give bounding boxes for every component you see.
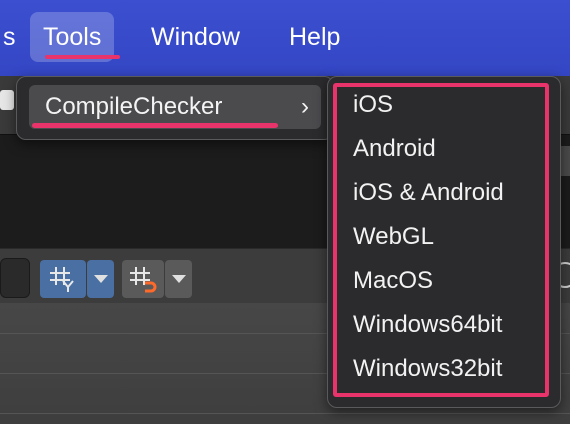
grid-snap-y-icon (50, 267, 74, 292)
menu-item-edit-partial[interactable]: s (0, 12, 29, 62)
snap-dropdown-button[interactable] (165, 260, 192, 298)
tools-highlight-underline (45, 55, 120, 59)
search-field[interactable] (0, 258, 30, 298)
submenu-highlight-box (333, 83, 549, 397)
chevron-down-icon (171, 275, 186, 283)
tools-dropdown-menu: CompileChecker › (16, 76, 334, 140)
grid-snap-magnet-icon (130, 267, 157, 293)
grid-snap-y-button[interactable] (40, 260, 86, 298)
menu-bar: s Tools Window Help (0, 0, 570, 76)
chevron-down-icon (93, 275, 108, 283)
grid-snap-magnet-button[interactable] (122, 260, 164, 298)
menu-item-help[interactable]: Help (276, 12, 353, 62)
scene-grid-line (0, 413, 570, 414)
chevron-right-icon: › (301, 93, 309, 120)
grid-snap-dropdown-button[interactable] (87, 260, 114, 298)
compilechecker-highlight-underline (32, 123, 278, 128)
menu-item-window[interactable]: Window (138, 12, 253, 62)
unity-logo-icon (0, 90, 14, 110)
